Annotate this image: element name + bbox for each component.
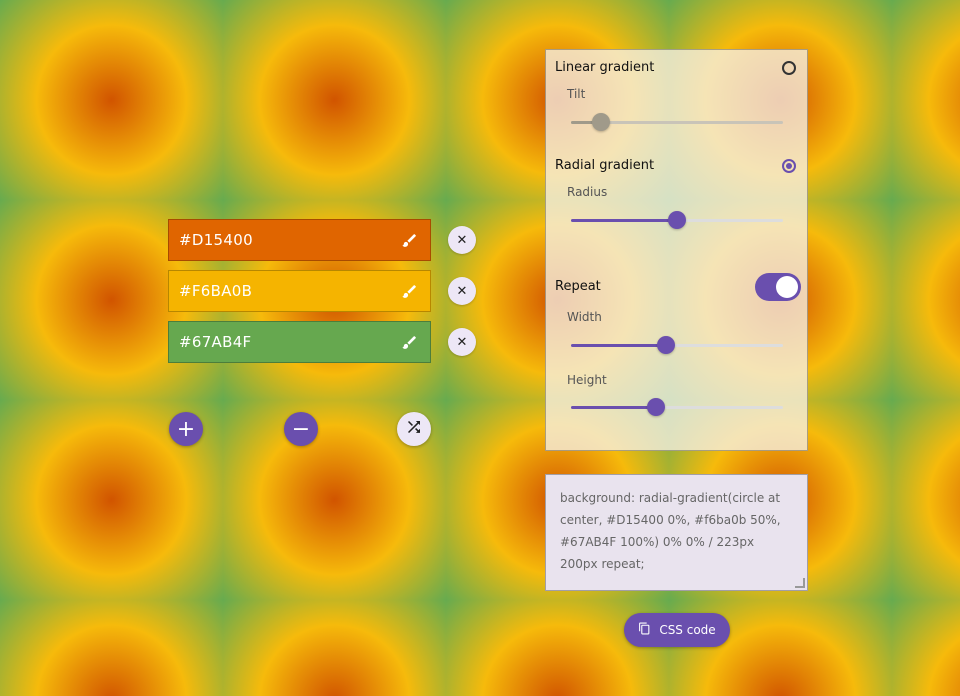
- height-slider-fill: [571, 406, 656, 409]
- gradient-settings-panel: Linear gradient Tilt Radial gradient Rad…: [545, 49, 808, 451]
- remove-color-1-button[interactable]: ✕: [448, 226, 476, 254]
- remove-color-3-button[interactable]: ✕: [448, 328, 476, 356]
- repeat-toggle-knob: [776, 276, 798, 298]
- radius-slider-fill: [571, 219, 677, 222]
- linear-gradient-radio[interactable]: [782, 61, 796, 75]
- linear-gradient-label: Linear gradient: [555, 60, 655, 75]
- radius-slider-thumb[interactable]: [668, 211, 686, 229]
- close-icon: ✕: [456, 283, 468, 299]
- repeat-label: Repeat: [555, 279, 601, 294]
- color-row-3[interactable]: #67AB4F: [168, 321, 431, 363]
- tilt-label: Tilt: [567, 87, 586, 101]
- color-row-2[interactable]: #F6BA0B: [168, 270, 431, 312]
- add-color-button[interactable]: +: [169, 412, 203, 446]
- color-hex-2[interactable]: #F6BA0B: [179, 282, 252, 300]
- shuffle-colors-button[interactable]: [397, 412, 431, 446]
- width-label: Width: [567, 310, 602, 324]
- color-row-1[interactable]: #D15400: [168, 219, 431, 261]
- close-icon: ✕: [456, 334, 468, 350]
- plus-icon: +: [176, 416, 196, 442]
- remove-color-2-button[interactable]: ✕: [448, 277, 476, 305]
- brush-icon[interactable]: [400, 231, 418, 249]
- radius-slider[interactable]: [571, 210, 783, 230]
- copy-css-code-label: CSS code: [659, 623, 716, 637]
- radius-label: Radius: [567, 185, 608, 199]
- tilt-slider[interactable]: [571, 112, 783, 132]
- height-slider[interactable]: [571, 397, 783, 417]
- repeat-toggle[interactable]: [755, 273, 801, 301]
- resize-handle[interactable]: [795, 578, 805, 588]
- height-label: Height: [567, 373, 607, 387]
- copy-css-code-button[interactable]: CSS code: [624, 613, 730, 647]
- brush-icon[interactable]: [400, 282, 418, 300]
- css-code-text: background: radial-gradient(circle at ce…: [560, 491, 781, 571]
- radial-gradient-label: Radial gradient: [555, 158, 655, 173]
- color-hex-3[interactable]: #67AB4F: [179, 333, 251, 351]
- brush-icon[interactable]: [400, 333, 418, 351]
- width-slider[interactable]: [571, 335, 783, 355]
- close-icon: ✕: [456, 232, 468, 248]
- copy-icon: [638, 622, 651, 638]
- width-slider-thumb[interactable]: [657, 336, 675, 354]
- remove-last-color-button[interactable]: −: [284, 412, 318, 446]
- minus-icon: −: [291, 416, 311, 442]
- css-code-textarea[interactable]: background: radial-gradient(circle at ce…: [545, 474, 808, 591]
- width-slider-fill: [571, 344, 666, 347]
- height-slider-thumb[interactable]: [647, 398, 665, 416]
- shuffle-icon: [405, 418, 423, 440]
- tilt-slider-thumb[interactable]: [592, 113, 610, 131]
- radial-gradient-radio[interactable]: [782, 159, 796, 173]
- color-hex-1[interactable]: #D15400: [179, 231, 253, 249]
